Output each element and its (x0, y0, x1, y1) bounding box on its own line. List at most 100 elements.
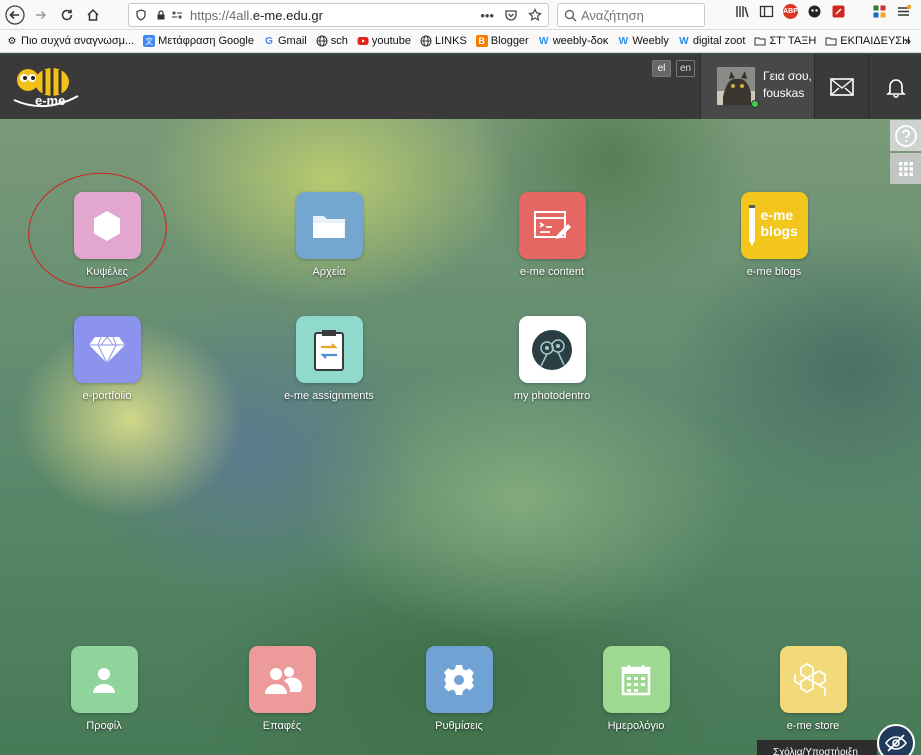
e-me-logo[interactable]: e-me (8, 60, 82, 112)
reload-button[interactable] (54, 2, 80, 28)
bookmark-folder-ekpaideysi[interactable]: ΕΚΠΑΙΔΕΥΣΗ (825, 35, 910, 47)
bookmarks-overflow-icon[interactable]: » (904, 34, 911, 48)
home-button[interactable] (80, 2, 106, 28)
app-eme-blogs[interactable]: e-me blogs e-me blogs (719, 192, 829, 278)
notifications-button[interactable] (868, 54, 921, 119)
library-icon[interactable] (735, 4, 750, 19)
bookmark-label: ΕΚΠΑΙΔΕΥΣΗ (840, 35, 911, 47)
bookmark-weebly-dok[interactable]: W weebly-δοκ (538, 35, 608, 47)
dock-profile-box[interactable] (70, 646, 138, 713)
honeycomb-icon (794, 662, 826, 695)
bookmark-links[interactable]: LINKS (420, 35, 467, 47)
app-arxeia-box[interactable] (295, 192, 363, 259)
user-greeting: Γεια σου, fouskas (763, 68, 812, 102)
page-actions-icon[interactable]: ••• (480, 8, 494, 23)
bookmark-youtube[interactable]: youtube (357, 35, 411, 47)
dock-calendar[interactable]: Ημερολόγιο (581, 646, 691, 732)
dock-calendar-box[interactable] (602, 646, 670, 713)
bookmark-star-icon[interactable] (528, 7, 542, 22)
cat-photo-icon (717, 67, 755, 105)
bookmark-label: youtube (371, 35, 411, 47)
bookmark-gmail[interactable]: G Gmail (263, 35, 307, 47)
url-prefix: https://4all. (190, 7, 253, 23)
app-label: Αρχεία (312, 266, 346, 278)
messages-button[interactable] (814, 54, 868, 119)
pocket-icon[interactable] (504, 8, 518, 22)
weebly-icon: W (679, 35, 689, 47)
lang-en-button[interactable]: en (676, 60, 695, 77)
dock-contacts-box[interactable] (248, 646, 316, 713)
search-bar[interactable] (557, 3, 705, 27)
dock-eme-store[interactable]: e-me store (758, 646, 868, 732)
app-arxeia[interactable]: Αρχεία (274, 192, 384, 278)
folder-icon (825, 37, 837, 46)
google-icon: G (265, 35, 273, 47)
calendar-icon (621, 664, 651, 695)
forward-button[interactable] (28, 2, 54, 28)
app-eme-blogs-box[interactable]: e-me blogs (740, 192, 808, 259)
google-translate-icon: 文 (143, 35, 156, 47)
blogger-icon: B (475, 35, 488, 47)
bookmark-google-translate[interactable]: 文 Μετάφραση Google (143, 35, 254, 47)
accessibility-hide-button[interactable] (877, 724, 915, 755)
user-menu[interactable]: Γεια σου, fouskas (700, 54, 814, 119)
bookmark-digital-zoot[interactable]: W digital zoot (678, 35, 746, 47)
app-my-photodentro-box[interactable] (518, 316, 586, 383)
adblock-icon[interactable]: ABP (783, 4, 798, 19)
app-my-photodentro[interactable]: my photodentro (497, 316, 607, 402)
app-eme-assignments-box[interactable] (295, 316, 363, 383)
extension-red-icon[interactable] (831, 4, 846, 19)
ghostery-icon[interactable] (807, 4, 822, 19)
bookmark-label: digital zoot (692, 35, 746, 47)
bookmark-sch[interactable]: sch (316, 35, 348, 47)
bookmark-most-visited[interactable]: ⚙ Πιο συχνά αναγνωσμ... (6, 35, 135, 47)
weebly-icon: W (618, 35, 629, 47)
lang-el-button[interactable]: el (652, 60, 671, 77)
dock-label: Ρυθμίσεις (435, 720, 483, 732)
dock-settings[interactable]: Ρυθμίσεις (404, 646, 514, 732)
app-eme-assignments[interactable]: e-me assignments (274, 316, 384, 402)
dock-contacts[interactable]: Επαφές (227, 646, 337, 732)
app-header: e-me el en Γεια σου, fouskas (0, 54, 921, 119)
gear-icon: ⚙ (7, 35, 17, 47)
dock-profile[interactable]: Προφίλ (49, 646, 159, 732)
avatar (717, 67, 755, 105)
menu-icon[interactable] (896, 4, 911, 19)
diamond-icon (89, 335, 125, 364)
dock-settings-box[interactable] (425, 646, 493, 713)
dock-eme-store-box[interactable] (779, 646, 847, 713)
online-status-indicator (751, 100, 759, 108)
dock-label: Προφίλ (86, 720, 122, 732)
app-label: e-portfolio (82, 390, 132, 402)
extensions-icon[interactable] (872, 4, 887, 19)
help-button[interactable] (890, 120, 921, 151)
bookmarks-bar: ⚙ Πιο συχνά αναγνωσμ... 文 Μετάφραση Goog… (0, 30, 921, 53)
app-eme-content[interactable]: e-me content (497, 192, 607, 278)
contacts-icon (265, 666, 302, 694)
eye-slash-icon (885, 734, 907, 752)
settings-gear-icon (444, 664, 474, 695)
back-button[interactable] (2, 2, 28, 28)
logo-text: e-me (35, 93, 66, 108)
sidebar-icon[interactable] (759, 4, 774, 19)
app-label: my photodentro (513, 390, 591, 402)
app-eme-content-box[interactable] (518, 192, 586, 259)
url-bar[interactable]: https://4all.e-me.edu.gr ••• (128, 3, 549, 27)
url-domain: e-me.edu.gr (252, 7, 323, 23)
back-arrow-icon (5, 4, 25, 25)
bookmark-blogger[interactable]: B Blogger (475, 35, 529, 47)
envelope-icon (829, 77, 854, 96)
pencil-icon (748, 205, 755, 246)
reload-icon (61, 9, 73, 20)
bookmark-folder-st-taxi[interactable]: ΣΤ' ΤΑΞΗ (754, 35, 816, 47)
bookmark-label: Gmail (277, 35, 307, 47)
grid-icon (898, 161, 913, 176)
apps-grid-button[interactable] (890, 153, 921, 184)
support-chat-tab[interactable]: Σχόλια/Υποστήριξη (757, 740, 877, 755)
app-e-portfolio-box[interactable] (73, 316, 141, 383)
folder-icon (754, 37, 766, 46)
bookmark-label: Μετάφραση Google (158, 35, 254, 47)
search-input[interactable] (581, 7, 691, 23)
bookmark-weebly[interactable]: W Weebly (617, 35, 669, 47)
app-e-portfolio[interactable]: e-portfolio (52, 316, 162, 402)
